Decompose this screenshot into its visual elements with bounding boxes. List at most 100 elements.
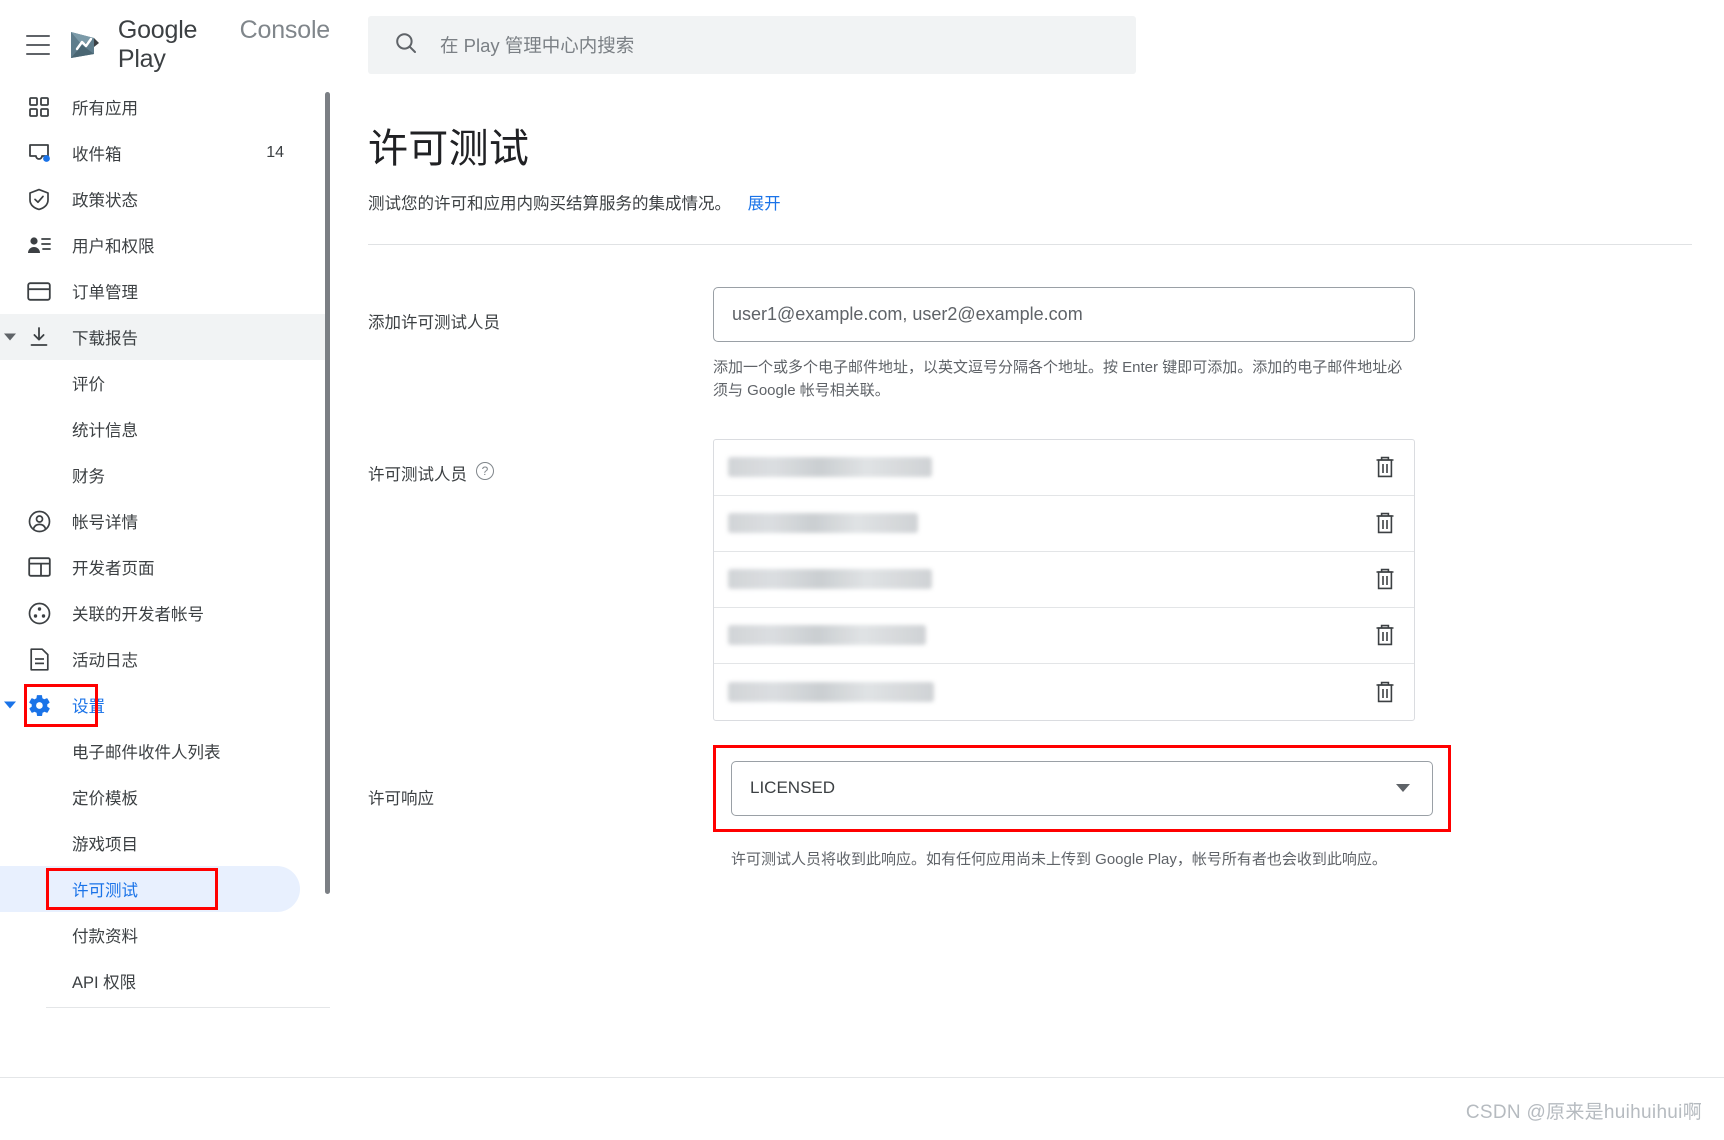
sidebar-item-account-details[interactable]: 帐号详情: [0, 498, 330, 544]
inbox-icon: [26, 140, 52, 166]
tester-email-redacted: [728, 457, 932, 477]
sidebar-item-label: API 权限: [72, 969, 136, 993]
sidebar-item-label: 设置: [72, 693, 330, 717]
sidebar-item-label: 统计信息: [72, 417, 138, 441]
sidebar-item-financial[interactable]: 财务: [0, 452, 330, 498]
sidebar-item-label: 付款资料: [72, 923, 138, 947]
chevron-down-icon: [4, 702, 16, 709]
sidebar-group-settings[interactable]: 设置: [0, 682, 330, 728]
brand-row: Google Play Console: [0, 6, 330, 84]
sidebar-item-email-recipient-list[interactable]: 电子邮件收件人列表: [0, 728, 330, 774]
sidebar-item-label: 活动日志: [72, 647, 330, 671]
sidebar-item-label: 收件箱: [72, 141, 246, 165]
license-response-value: LICENSED: [750, 778, 835, 798]
page-title: 许可测试: [368, 116, 1724, 174]
add-testers-label: 添加许可测试人员: [368, 287, 713, 403]
gear-icon: [26, 692, 52, 718]
trash-icon[interactable]: [1374, 455, 1396, 479]
sidebar-item-statistics[interactable]: 统计信息: [0, 406, 330, 452]
trash-icon[interactable]: [1374, 623, 1396, 647]
chevron-down-icon: [4, 334, 16, 341]
add-testers-input[interactable]: user1@example.com, user2@example.com: [713, 287, 1415, 342]
search-input[interactable]: 在 Play 管理中心内搜索: [368, 16, 1136, 74]
chevron-down-icon: [1396, 784, 1410, 792]
sidebar-item-label: 帐号详情: [72, 509, 330, 533]
license-response-label: 许可响应: [368, 745, 713, 871]
table-row[interactable]: [714, 664, 1414, 720]
sidebar-item-label: 定价模板: [72, 785, 138, 809]
page-subtitle: 测试您的许可和应用内购买结算服务的集成情况。 展开: [368, 190, 1724, 214]
sidebar: Google Play Console 所有应用 收件箱: [0, 0, 330, 1140]
brand-title-primary: Google Play: [118, 16, 233, 74]
table-row[interactable]: [714, 552, 1414, 608]
tester-email-redacted: [728, 625, 926, 645]
developer-page-icon: [26, 554, 52, 580]
add-testers-hint: 添加一个或多个电子邮件地址，以英文逗号分隔各个地址。按 Enter 键即可添加。…: [713, 356, 1413, 403]
testers-row: 许可测试人员 ?: [368, 439, 1724, 721]
sidebar-item-pricing-templates[interactable]: 定价模板: [0, 774, 330, 820]
testers-list: [713, 439, 1415, 721]
linked-accounts-icon: [26, 600, 52, 626]
tester-email-redacted: [728, 682, 934, 702]
main-content: 在 Play 管理中心内搜索 许可测试 测试您的许可和应用内购买结算服务的集成情…: [330, 0, 1724, 1140]
sidebar-item-policy-status[interactable]: 政策状态: [0, 176, 330, 222]
sidebar-item-label: 许可测试: [72, 877, 138, 901]
download-icon: [26, 324, 52, 350]
trash-icon[interactable]: [1374, 511, 1396, 535]
tester-email-redacted: [728, 513, 918, 533]
sidebar-item-users-permissions[interactable]: 用户和权限: [0, 222, 330, 268]
sidebar-group-download-reports[interactable]: 下载报告: [0, 314, 330, 360]
sidebar-item-label: 财务: [72, 463, 105, 487]
shield-check-icon: [26, 186, 52, 212]
users-permissions-icon: [26, 232, 52, 258]
header-divider: [368, 244, 1692, 245]
add-testers-field-group: user1@example.com, user2@example.com 添加一…: [713, 287, 1415, 403]
search-placeholder: 在 Play 管理中心内搜索: [440, 32, 634, 58]
license-response-select[interactable]: LICENSED: [731, 761, 1433, 816]
sidebar-item-inbox[interactable]: 收件箱 14: [0, 130, 330, 176]
sidebar-item-label: 开发者页面: [72, 555, 330, 579]
license-response-field-group: LICENSED 许可测试人员将收到此响应。如有任何应用尚未上传到 Google…: [713, 745, 1473, 871]
add-testers-row: 添加许可测试人员 user1@example.com, user2@exampl…: [368, 287, 1724, 403]
footer-divider: [0, 1077, 1724, 1078]
search-icon: [394, 31, 418, 60]
sidebar-item-activity-log[interactable]: 活动日志: [0, 636, 330, 682]
license-response-select-wrapper: LICENSED: [713, 745, 1451, 832]
table-row[interactable]: [714, 440, 1414, 496]
sidebar-item-linked-developer-accounts[interactable]: 关联的开发者帐号: [0, 590, 330, 636]
expand-link[interactable]: 展开: [748, 195, 781, 213]
trash-icon[interactable]: [1374, 680, 1396, 704]
sidebar-item-label: 所有应用: [72, 95, 330, 119]
testers-label-group: 许可测试人员 ?: [368, 439, 713, 721]
testers-label: 许可测试人员: [368, 461, 467, 485]
sidebar-item-payment-profile[interactable]: 付款资料: [0, 912, 330, 958]
table-row[interactable]: [714, 496, 1414, 552]
brand-title-secondary: Console: [240, 16, 330, 45]
google-play-console-logo: [68, 30, 100, 60]
sidebar-item-api-permissions[interactable]: API 权限: [0, 958, 330, 1004]
sidebar-item-label: 用户和权限: [72, 233, 330, 257]
sidebar-item-label: 关联的开发者帐号: [72, 601, 330, 625]
hamburger-menu-icon[interactable]: [26, 35, 50, 55]
tester-email-redacted: [728, 569, 932, 589]
account-circle-icon: [26, 508, 52, 534]
inbox-badge-count: 14: [266, 144, 330, 162]
license-response-row: 许可响应 LICENSED 许可测试人员将收到此响应。如有任何应用尚未上传到 G…: [368, 745, 1724, 871]
sidebar-item-license-testing[interactable]: 许可测试: [0, 866, 300, 912]
apps-grid-icon: [26, 94, 52, 120]
document-icon: [26, 646, 52, 672]
table-row[interactable]: [714, 608, 1414, 664]
sidebar-item-reviews[interactable]: 评价: [0, 360, 330, 406]
sidebar-item-label: 订单管理: [72, 279, 330, 303]
license-response-hint: 许可测试人员将收到此响应。如有任何应用尚未上传到 Google Play，帐号所…: [731, 848, 1431, 871]
add-testers-placeholder: user1@example.com, user2@example.com: [732, 304, 1083, 325]
help-question-icon[interactable]: ?: [476, 462, 494, 480]
credit-card-icon: [26, 278, 52, 304]
sidebar-item-all-apps[interactable]: 所有应用: [0, 84, 330, 130]
sidebar-item-label: 下载报告: [72, 325, 330, 349]
sidebar-item-label: 电子邮件收件人列表: [72, 739, 221, 763]
sidebar-item-order-management[interactable]: 订单管理: [0, 268, 330, 314]
sidebar-item-game-projects[interactable]: 游戏项目: [0, 820, 330, 866]
trash-icon[interactable]: [1374, 567, 1396, 591]
sidebar-item-developer-page[interactable]: 开发者页面: [0, 544, 330, 590]
